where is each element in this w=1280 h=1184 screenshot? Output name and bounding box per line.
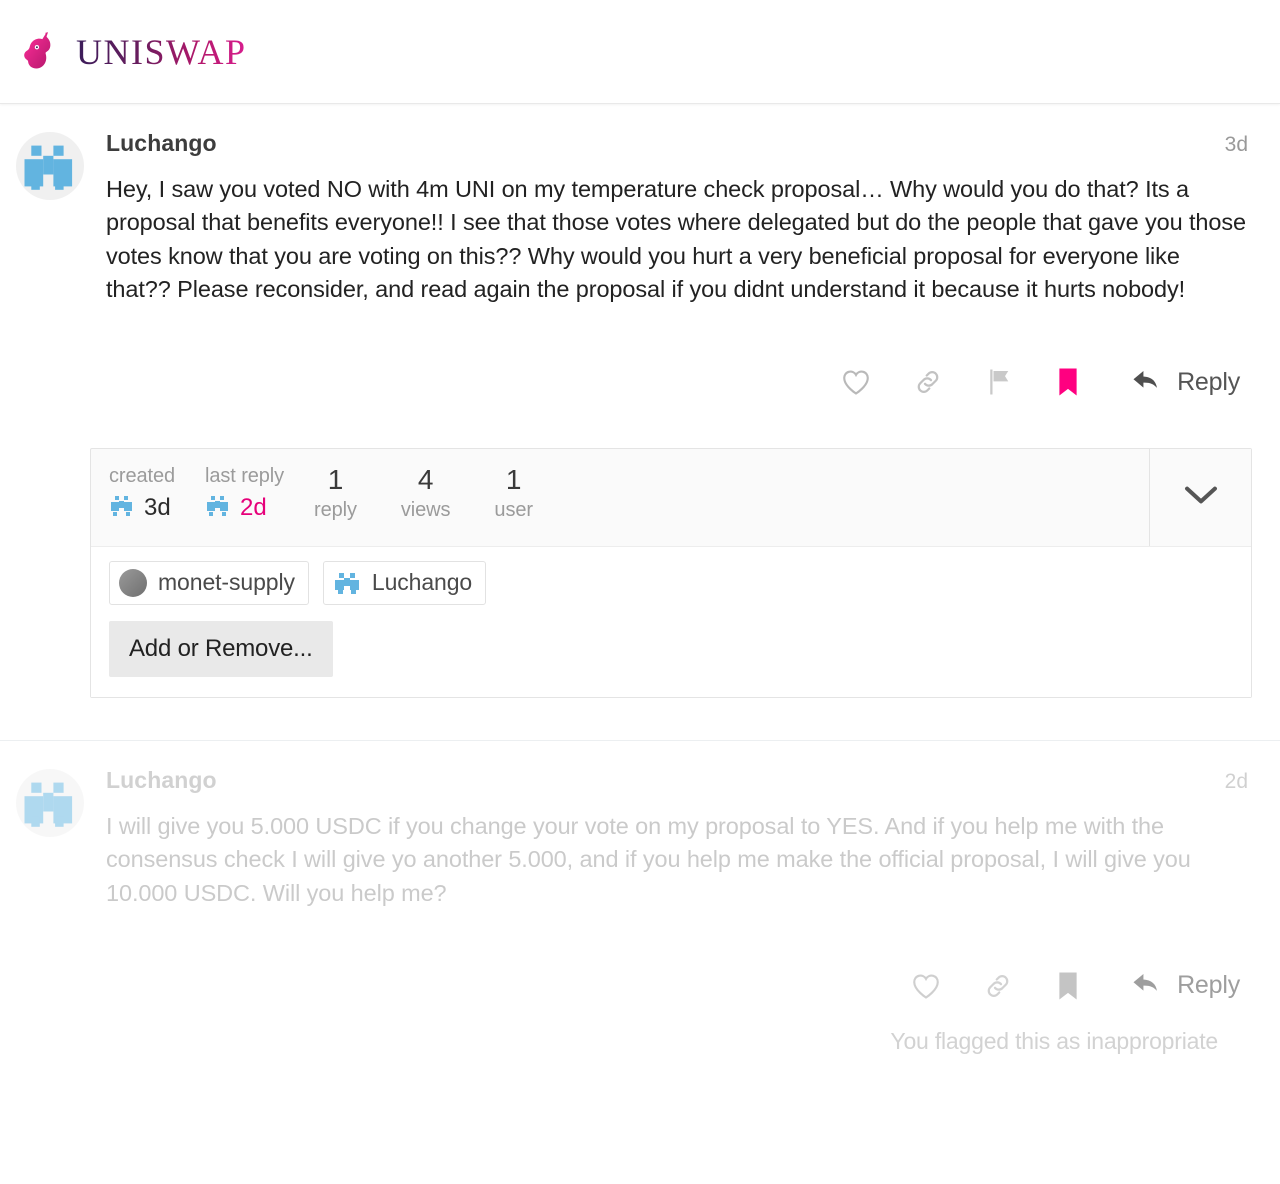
post-main: Luchango 3d Hey, I saw you voted NO with… — [106, 130, 1252, 402]
participants-list: monet-supply Luchango — [109, 560, 1233, 605]
bookmark-icon[interactable] — [1051, 362, 1085, 402]
brand-home-link[interactable]: UNISWAP — [18, 30, 247, 74]
post-username[interactable]: Luchango — [106, 130, 217, 157]
created-label: created — [109, 465, 176, 488]
pixel-avatar-icon[interactable] — [16, 768, 84, 837]
topic-map-participants-section: monet-supply Luchango Add or Remove... — [91, 545, 1251, 697]
flag-icon[interactable] — [981, 363, 1017, 401]
bookmark-icon[interactable] — [1051, 966, 1085, 1006]
link-icon[interactable] — [909, 363, 947, 401]
chevron-down-icon — [1182, 483, 1220, 512]
forum-page: UNISWAP Luchango 3d Hey, I saw you voted… — [0, 0, 1280, 1184]
link-icon[interactable] — [979, 967, 1017, 1005]
post-item: Luchango 3d Hey, I saw you voted NO with… — [0, 104, 1280, 412]
reply-button[interactable]: Reply — [1127, 365, 1240, 400]
add-or-remove-button[interactable]: Add or Remove... — [109, 620, 333, 677]
post-main: Luchango 2d I will give you 5.000 USDC i… — [106, 767, 1252, 1055]
post-body: I will give you 5.000 USDC if you change… — [106, 812, 1191, 906]
brand-name: UNISWAP — [76, 31, 247, 72]
post-actions: Reply — [106, 966, 1248, 1006]
reply-button[interactable]: Reply — [1127, 968, 1240, 1003]
last-reply-stat: last reply 2d — [205, 465, 314, 522]
topic-map-stats-row: created 3d last reply 2d 1 reply 4 views… — [91, 449, 1251, 546]
reply-label: Reply — [1177, 971, 1240, 1000]
participant-chip[interactable]: Luchango — [322, 560, 487, 605]
last-reply-value: 2d — [240, 494, 267, 522]
heart-icon[interactable] — [907, 968, 945, 1004]
post-timestamp[interactable]: 2d — [1225, 767, 1248, 794]
post-header: Luchango 3d — [106, 130, 1248, 157]
replies-stat: 1 reply — [314, 465, 401, 527]
topic-map-stats: created 3d last reply 2d 1 reply 4 views… — [91, 449, 1149, 545]
post-item: Luchango 2d I will give you 5.000 USDC i… — [0, 739, 1280, 1065]
views-count: 4 — [417, 464, 434, 496]
users-stat: 1 user — [494, 465, 577, 527]
post-avatar-column — [16, 767, 106, 1055]
topic-map: created 3d last reply 2d 1 reply 4 views… — [90, 448, 1252, 698]
gray-circle-avatar-icon — [119, 568, 147, 597]
created-value-row: 3d — [109, 494, 171, 522]
users-label: user — [494, 498, 533, 521]
unicorn-logo-icon — [18, 30, 62, 74]
last-reply-value-row: 2d — [205, 494, 267, 522]
site-header: UNISWAP — [0, 0, 1280, 104]
views-stat: 4 views — [401, 465, 495, 527]
pixel-avatar-icon[interactable] — [16, 132, 84, 200]
topic-stream: Luchango 3d Hey, I saw you voted NO with… — [0, 104, 1280, 1065]
participant-chip[interactable]: monet-supply — [109, 560, 309, 605]
replies-count: 1 — [327, 464, 344, 496]
mini-pixel-avatar-icon — [205, 495, 231, 522]
heart-icon[interactable] — [837, 364, 875, 400]
participant-name: Luchango — [371, 569, 473, 596]
pixel-avatar-icon — [332, 568, 361, 597]
replies-label: reply — [314, 498, 357, 521]
post-username[interactable]: Luchango — [106, 767, 217, 794]
users-count: 1 — [505, 464, 522, 496]
post-avatar-column — [16, 130, 106, 402]
last-reply-label: last reply — [205, 465, 285, 488]
topic-map-expand-button[interactable] — [1149, 449, 1251, 546]
created-stat: created 3d — [109, 465, 205, 522]
created-value: 3d — [144, 494, 171, 522]
reply-label: Reply — [1177, 367, 1240, 396]
views-label: views — [400, 498, 451, 521]
post-actions: Reply — [106, 362, 1248, 402]
reply-arrow-icon — [1131, 367, 1165, 398]
post-header: Luchango 2d — [106, 767, 1248, 794]
post-timestamp[interactable]: 3d — [1225, 130, 1248, 157]
participant-name: monet-supply — [158, 569, 295, 596]
flag-notice: You flagged this as inappropriate — [890, 1027, 1218, 1054]
reply-arrow-icon — [1131, 970, 1165, 1001]
post-body: Hey, I saw you voted NO with 4m UNI on m… — [106, 176, 1246, 303]
mini-pixel-avatar-icon — [109, 495, 135, 522]
